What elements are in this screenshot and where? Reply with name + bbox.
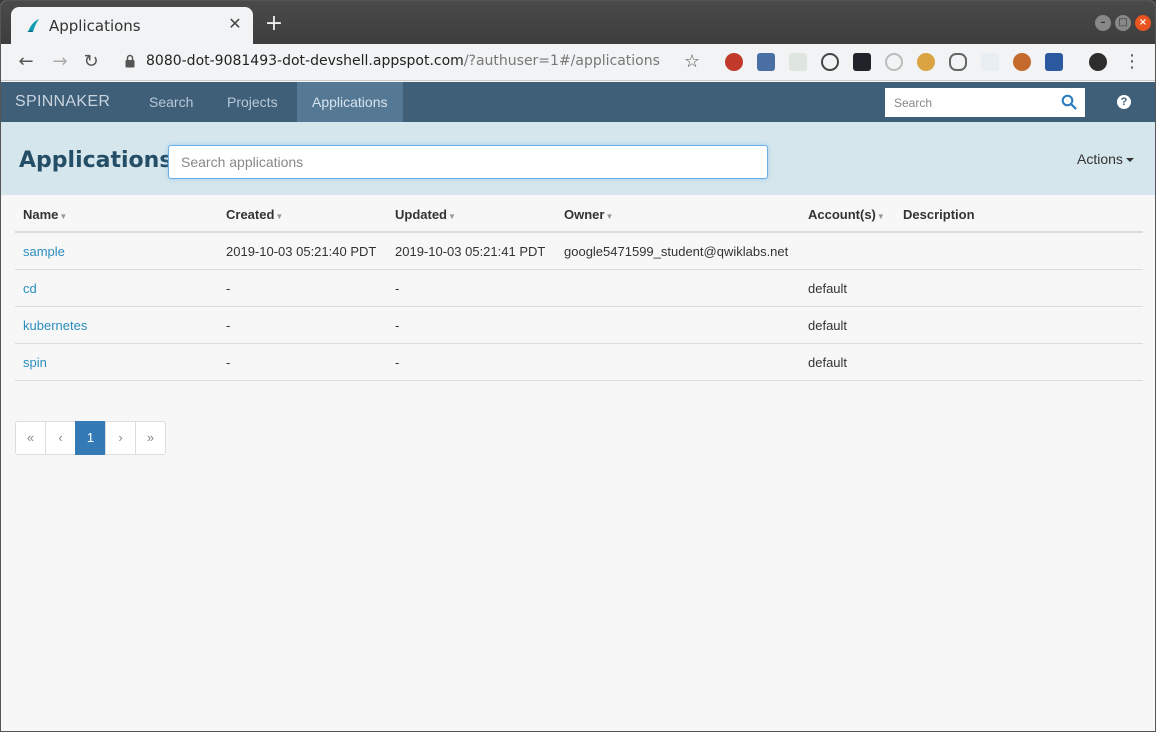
js-extension-icon[interactable]: [789, 53, 807, 71]
adblock-extension-icon[interactable]: [725, 53, 743, 71]
global-search-input[interactable]: [885, 88, 1055, 117]
column-accounts-label: Account(s): [808, 207, 876, 222]
link-extension-icon[interactable]: [949, 53, 967, 71]
page-header: Applications Actions: [1, 122, 1155, 195]
avatar[interactable]: [1089, 53, 1107, 71]
updated-cell: -: [395, 281, 400, 296]
back-icon[interactable]: ←: [14, 50, 38, 74]
lock-icon: [125, 54, 135, 68]
help-icon[interactable]: ?: [1117, 95, 1131, 109]
sort-icon: ▼: [275, 212, 284, 221]
sort-icon: ▼: [59, 212, 68, 221]
current-page-button[interactable]: 1: [75, 421, 106, 455]
new-tab-button[interactable]: +: [264, 13, 284, 35]
column-created-label: Created: [226, 207, 275, 222]
table-row: sample 2019-10-03 05:21:40 PDT 2019-10-0…: [15, 233, 1143, 270]
browser-tab[interactable]: Applications ✕: [11, 7, 253, 44]
actions-dropdown[interactable]: Actions: [1077, 151, 1134, 167]
close-window-button[interactable]: ×: [1135, 15, 1151, 31]
browser-window: Applications ✕ + – □ × ← → ↻ 8080-dot-90…: [0, 0, 1156, 732]
prev-page-button[interactable]: ‹: [45, 421, 76, 455]
created-cell: -: [226, 355, 231, 370]
next-page-button[interactable]: ›: [105, 421, 136, 455]
accounts-cell: default: [808, 355, 848, 370]
column-description: Description: [903, 207, 975, 222]
app-name-link[interactable]: cd: [23, 281, 37, 296]
column-name[interactable]: Name▼: [23, 207, 67, 222]
search-icon[interactable]: [1061, 94, 1077, 110]
last-page-button[interactable]: »: [135, 421, 166, 455]
caret-down-icon: [1125, 158, 1134, 163]
column-accounts[interactable]: Account(s)▼: [808, 207, 885, 222]
url-host: 8080-dot-9081493-dot-devshell.appspot.co…: [146, 53, 464, 69]
table-row: cd - - default: [15, 270, 1143, 307]
address-bar[interactable]: 8080-dot-9081493-dot-devshell.appspot.co…: [146, 53, 660, 69]
owner-cell: google5471599_student@qwiklabs.net: [564, 244, 789, 259]
app-name-link[interactable]: sample: [23, 244, 65, 259]
column-owner[interactable]: Owner▼: [564, 207, 613, 222]
maximize-button[interactable]: □: [1115, 15, 1131, 31]
lt-extension-icon[interactable]: [981, 53, 999, 71]
bookmark-star-icon[interactable]: ☆: [684, 51, 700, 72]
updated-cell: 2019-10-03 05:21:41 PDT: [395, 244, 546, 259]
table-row: spin - - default: [15, 344, 1143, 381]
tab-strip: Applications ✕ + – □ ×: [1, 1, 1155, 44]
table-row: kubernetes - - default: [15, 307, 1143, 344]
actions-label: Actions: [1077, 151, 1123, 167]
colorzilla-extension-icon[interactable]: [757, 53, 775, 71]
nav-projects[interactable]: Projects: [212, 82, 293, 122]
app-name-link[interactable]: kubernetes: [23, 318, 87, 333]
url-path: /?authuser=1#/applications: [463, 53, 660, 69]
app-name-link[interactable]: spin: [23, 355, 47, 370]
tab-close-icon[interactable]: ✕: [227, 16, 243, 32]
nav-applications[interactable]: Applications: [297, 82, 403, 122]
app-navbar: SPINNAKER Search Projects Applications ?: [1, 82, 1155, 122]
created-cell: -: [226, 318, 231, 333]
page-title: Applications: [19, 148, 173, 173]
column-description-label: Description: [903, 207, 975, 222]
column-owner-label: Owner: [564, 207, 605, 222]
applications-table: Name▼ Created▼ Updated▼ Owner▼ Account(s…: [15, 195, 1143, 381]
json-extension-icon[interactable]: [821, 53, 839, 71]
reload-icon[interactable]: ↻: [79, 50, 103, 74]
search-applications-input[interactable]: [168, 145, 768, 179]
minimize-button[interactable]: –: [1095, 15, 1111, 31]
updated-cell: -: [395, 318, 400, 333]
browser-toolbar: ← → ↻ 8080-dot-9081493-dot-devshell.apps…: [1, 44, 1155, 81]
created-cell: -: [226, 281, 231, 296]
created-cell: 2019-10-03 05:21:40 PDT: [226, 244, 377, 259]
column-created[interactable]: Created▼: [226, 207, 283, 222]
nav-search[interactable]: Search: [134, 82, 208, 122]
timer-extension-icon[interactable]: [885, 53, 903, 71]
cookie-extension-icon[interactable]: [917, 53, 935, 71]
sort-icon: ▼: [448, 212, 456, 221]
global-search-box: [885, 88, 1085, 117]
spinnaker-favicon-icon: [27, 19, 39, 32]
browser-menu-icon[interactable]: ⋮: [1123, 50, 1141, 74]
column-updated[interactable]: Updated▼: [395, 207, 456, 222]
sort-icon: ▼: [876, 212, 885, 221]
table-header: Name▼ Created▼ Updated▼ Owner▼ Account(s…: [15, 195, 1143, 233]
pagination: « ‹ 1 › »: [15, 421, 166, 455]
column-name-label: Name: [23, 207, 59, 222]
sort-icon: ▼: [605, 212, 614, 221]
brand-logo[interactable]: SPINNAKER: [15, 93, 110, 111]
react-devtools-icon[interactable]: [853, 53, 871, 71]
accounts-cell: default: [808, 281, 848, 296]
accounts-cell: default: [808, 318, 848, 333]
tab-title: Applications: [49, 17, 141, 35]
updated-cell: -: [395, 355, 400, 370]
save-extension-icon[interactable]: [1045, 53, 1063, 71]
fox-extension-icon[interactable]: [1013, 53, 1031, 71]
forward-icon[interactable]: →: [48, 50, 72, 74]
first-page-button[interactable]: «: [15, 421, 46, 455]
column-updated-label: Updated: [395, 207, 447, 222]
